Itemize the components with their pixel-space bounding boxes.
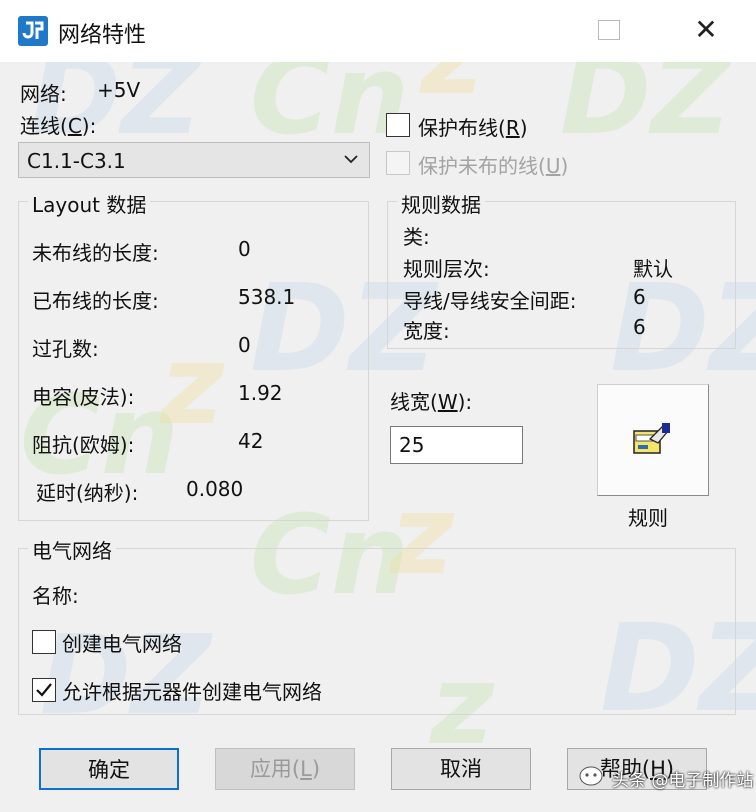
create-electrical-net-checkbox[interactable] (32, 630, 56, 654)
rule-width-value: 6 (633, 315, 646, 339)
rule-class-label: 类: (403, 225, 430, 249)
allow-electrical-net-checkbox[interactable] (32, 678, 56, 702)
ok-button[interactable]: 确定 (39, 748, 179, 790)
window-title: 网络特性 (58, 23, 147, 48)
brand-watermark-text: 头条 @电子制作站 (612, 771, 754, 791)
protect-routing-checkbox[interactable] (386, 113, 410, 137)
impedance-value: 42 (238, 429, 264, 453)
rule-data-title: 规则数据 (397, 189, 485, 218)
apply-button[interactable]: 应用(L) (215, 748, 355, 790)
rules-icon (633, 423, 670, 454)
connection-select-value: C1.1-C3.1 (27, 149, 126, 173)
routed-length-value: 538.1 (238, 285, 296, 309)
clearance-label: 导线/导线安全间距: (403, 289, 577, 313)
via-count-value: 0 (238, 333, 251, 357)
rule-hierarchy-value: 默认 (633, 257, 673, 281)
rule-width-label: 宽度: (403, 319, 450, 343)
connection-label: 连线(C): (20, 114, 97, 138)
unrouted-length-value: 0 (238, 237, 251, 261)
capacitance-label: 电容(皮法): (32, 385, 135, 409)
brand-watermark: 头条 @电子制作站 (578, 760, 756, 798)
cancel-button[interactable]: 取消 (391, 748, 531, 790)
unrouted-length-label: 未布线的长度: (32, 241, 159, 265)
connection-select[interactable]: C1.1-C3.1 (18, 142, 370, 178)
electrical-net-name-label: 名称: (32, 584, 79, 608)
create-electrical-net-label: 创建电气网络 (62, 632, 182, 656)
close-icon[interactable]: ✕ (686, 12, 726, 48)
clearance-value: 6 (633, 285, 646, 309)
capacitance-value: 1.92 (238, 381, 283, 405)
layout-data-title: Layout 数据 (28, 189, 151, 218)
delay-value: 0.080 (186, 477, 244, 501)
title-bar[interactable]: 网络特性 ✕ (0, 0, 756, 62)
via-count-label: 过孔数: (32, 337, 99, 361)
line-width-input[interactable]: 25 (390, 426, 523, 464)
checkmark-icon (36, 683, 52, 697)
maximize-icon[interactable] (598, 20, 620, 40)
protect-unrouted-label: 保护未布的线(U) (418, 154, 569, 178)
line-width-value: 25 (399, 433, 425, 457)
delay-label: 延时(纳秒): (36, 481, 139, 505)
rules-button-label: 规则 (628, 506, 668, 530)
net-label: 网络: (20, 82, 67, 106)
routed-length-label: 已布线的长度: (32, 289, 159, 313)
rule-hierarchy-label: 规则层次: (403, 257, 490, 281)
rules-button[interactable] (597, 384, 709, 496)
impedance-label: 阻抗(欧姆): (32, 433, 135, 457)
chevron-down-icon (344, 155, 358, 164)
line-width-label: 线宽(W): (390, 390, 473, 414)
app-icon (18, 16, 48, 46)
electrical-net-title: 电气网络 (28, 535, 116, 564)
chat-bubble-icon (579, 766, 603, 786)
net-value: +5V (97, 78, 141, 102)
protect-unrouted-checkbox[interactable] (386, 151, 410, 175)
protect-routing-label: 保护布线(R) (418, 116, 528, 140)
allow-electrical-net-label: 允许根据元器件创建电气网络 (62, 680, 322, 704)
